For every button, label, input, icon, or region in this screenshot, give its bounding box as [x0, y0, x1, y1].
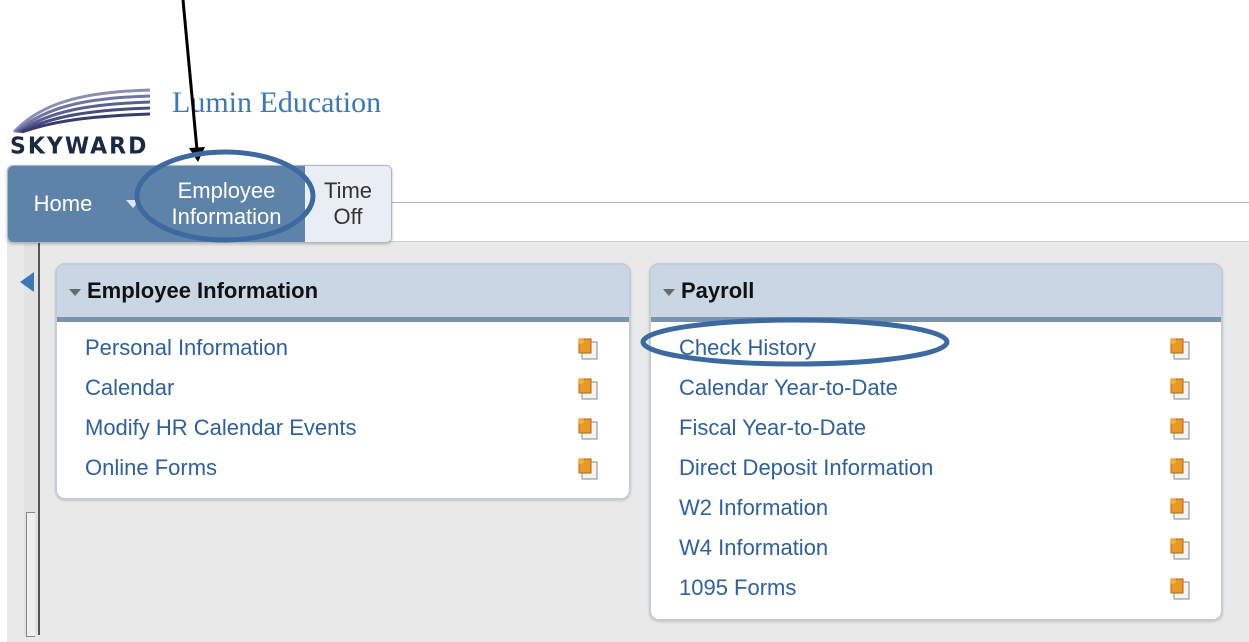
content-top-border: [390, 202, 1249, 203]
collapse-triangle-icon[interactable]: [69, 288, 81, 296]
widget-link[interactable]: Fiscal Year-to-Date: [679, 415, 866, 441]
widget-body: Personal Information Calendar Modify HR Ca…: [57, 322, 629, 488]
document-icon[interactable]: [1167, 575, 1191, 601]
list-item: Direct Deposit Information: [651, 448, 1221, 488]
employee-information-widget: Employee Information Personal Informatio…: [55, 263, 631, 500]
widget-link[interactable]: Calendar: [85, 375, 174, 401]
triangle-left-icon[interactable]: [20, 272, 34, 292]
list-item: Check History: [651, 328, 1221, 368]
left-rail-border: [38, 241, 40, 635]
list-item: Calendar Year-to-Date: [651, 368, 1221, 408]
district-name: Lumin Education: [172, 86, 382, 119]
widget-title: Payroll: [681, 278, 755, 303]
widget-link[interactable]: W2 Information: [679, 495, 828, 521]
widget-link[interactable]: Personal Information: [85, 335, 288, 361]
chevron-down-icon: [126, 200, 140, 208]
main-tab-bar: Home Employee Information Time Off: [7, 165, 392, 243]
widget-header[interactable]: Payroll: [651, 265, 1221, 322]
skyward-logo: SKYWARD: [10, 82, 160, 162]
list-item: Modify HR Calendar Events: [57, 408, 629, 448]
widget-body: Check History Calendar Year-to-Date Fiscal…: [651, 322, 1221, 608]
tab-employee-label-line2: Information: [171, 204, 282, 229]
widget-link[interactable]: Modify HR Calendar Events: [85, 415, 356, 441]
widget-link[interactable]: W4 Information: [679, 535, 828, 561]
list-item: Fiscal Year-to-Date: [651, 408, 1221, 448]
document-icon[interactable]: [1167, 335, 1191, 361]
list-item: 1095 Forms: [651, 568, 1221, 608]
document-icon[interactable]: [1167, 375, 1191, 401]
list-item: Online Forms: [57, 448, 629, 488]
tab-employee-label-line1: Employee: [177, 178, 276, 203]
left-rail-handle: [26, 512, 35, 637]
document-icon[interactable]: [1167, 415, 1191, 441]
payroll-widget: Payroll Check History Calendar Year-to-Da…: [649, 263, 1223, 621]
annotation-arrowhead-icon: [189, 147, 205, 162]
skyward-swoosh-icon: [12, 88, 151, 134]
tab-time-label-line2: Off: [333, 204, 363, 229]
tab-time-off[interactable]: Time Off: [305, 166, 391, 242]
tab-menu-dropdown[interactable]: [118, 166, 149, 242]
tab-employee-information[interactable]: Employee Information: [148, 166, 305, 242]
list-item: Calendar: [57, 368, 629, 408]
document-icon[interactable]: [1167, 495, 1191, 521]
widget-header[interactable]: Employee Information: [57, 265, 629, 322]
widget-link[interactable]: Check History: [679, 335, 816, 361]
list-item: W4 Information: [651, 528, 1221, 568]
tab-time-label-line1: Time: [323, 178, 373, 203]
document-icon[interactable]: [575, 335, 599, 361]
tab-home-label: Home: [33, 191, 93, 216]
annotation-arrow-icon: [181, 0, 199, 151]
widget-title: Employee Information: [87, 278, 319, 303]
document-icon[interactable]: [575, 415, 599, 441]
widget-link[interactable]: 1095 Forms: [679, 575, 796, 601]
document-icon[interactable]: [1167, 455, 1191, 481]
tab-home[interactable]: Home: [8, 166, 119, 242]
document-icon[interactable]: [575, 455, 599, 481]
document-icon[interactable]: [575, 375, 599, 401]
list-item: W2 Information: [651, 488, 1221, 528]
list-item: Personal Information: [57, 328, 629, 368]
widget-link[interactable]: Online Forms: [85, 455, 217, 481]
document-icon[interactable]: [1167, 535, 1191, 561]
collapse-triangle-icon[interactable]: [663, 288, 675, 296]
widget-link[interactable]: Direct Deposit Information: [679, 455, 933, 481]
logo-wordmark: SKYWARD: [10, 133, 149, 160]
widget-link[interactable]: Calendar Year-to-Date: [679, 375, 898, 401]
